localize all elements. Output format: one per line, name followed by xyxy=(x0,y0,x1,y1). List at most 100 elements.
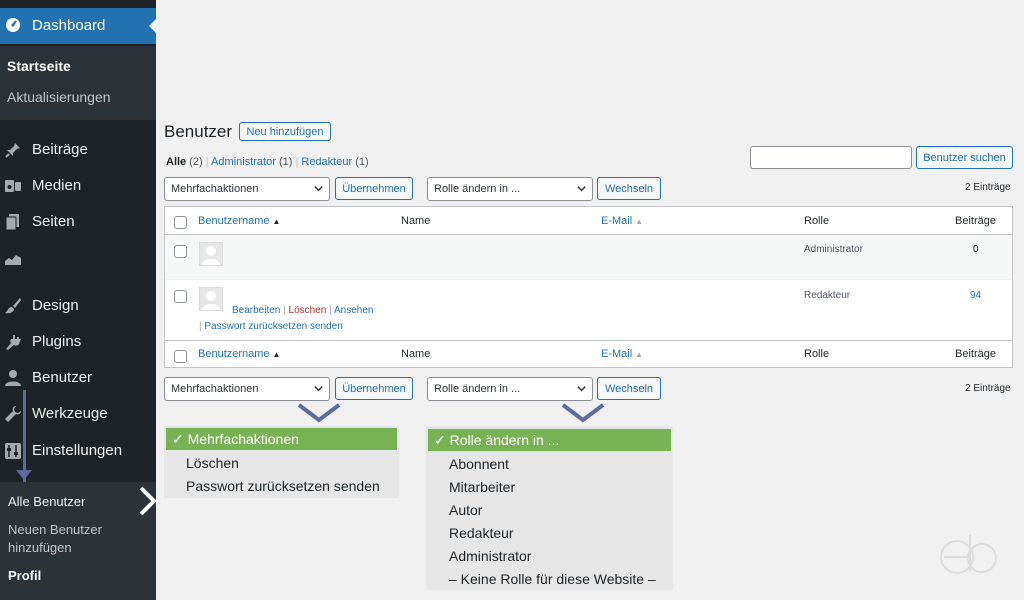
bulk-actions-select-bottom[interactable]: Mehrfachaktionen xyxy=(164,377,330,401)
filter-redakteur[interactable]: Redakteur xyxy=(301,156,352,168)
filter-separator: | xyxy=(205,156,209,168)
chevron-down-icon xyxy=(314,186,323,192)
menu-plugins[interactable]: Plugins xyxy=(0,325,156,359)
dropdown-option[interactable]: Abonnent xyxy=(449,456,509,472)
menu-medien[interactable]: Medien xyxy=(0,169,156,203)
submenu-neuen-benutzer[interactable]: Neuen Benutzer xyxy=(8,522,102,537)
sort-asc-icon: ▲ xyxy=(272,217,281,226)
filter-administrator[interactable]: Administrator xyxy=(211,156,276,168)
table-row: Bearbeiten | Löschen | Ansehen | Passwor… xyxy=(165,279,1012,339)
action-separator: | xyxy=(283,305,286,316)
row-checkbox[interactable] xyxy=(174,245,187,258)
column-role: Rolle xyxy=(804,348,830,360)
bulk-actions-value: Mehrfachaktionen xyxy=(171,383,259,395)
edit-link[interactable]: Bearbeiten xyxy=(232,305,280,316)
reset-password-link[interactable]: Passwort zurücksetzen senden xyxy=(204,321,342,332)
filter-separator: | xyxy=(295,156,299,168)
column-posts: Beiträge xyxy=(955,215,996,227)
sort-asc-icon: ▲ xyxy=(272,350,281,359)
delete-link[interactable]: Löschen xyxy=(289,305,327,316)
wrench-icon xyxy=(4,405,22,423)
watermark-logo-icon xyxy=(940,535,997,574)
avatar xyxy=(199,242,223,266)
change-role-select[interactable]: Rolle ändern in ... xyxy=(427,177,593,201)
column-email-label: E-Mail xyxy=(601,348,633,360)
items-count-bottom: 2 Einträge xyxy=(965,383,1011,394)
submenu-hinzufuegen[interactable]: hinzufügen xyxy=(8,540,72,555)
column-username-label: Benutzername xyxy=(198,215,270,227)
dropdown-option[interactable]: – Keine Rolle für diese Website – xyxy=(449,571,656,587)
column-role: Rolle xyxy=(804,215,830,227)
filter-editor-count: (1) xyxy=(355,156,369,168)
change-role-value: Rolle ändern in ... xyxy=(434,383,521,395)
column-posts: Beiträge xyxy=(955,348,996,360)
admin-sidebar: Dashboard Startseite Aktualisierungen Be… xyxy=(0,0,157,600)
change-role-button-bottom[interactable]: Wechseln xyxy=(597,377,661,400)
filter-all[interactable]: Alle xyxy=(166,156,186,168)
menu-design[interactable]: Design xyxy=(0,289,156,323)
chart-icon xyxy=(4,249,22,267)
apply-button[interactable]: Übernehmen xyxy=(335,177,413,200)
dropdown-option-selected[interactable]: ✓ Mehrfachaktionen xyxy=(166,428,397,450)
dropdown-option[interactable]: Administrator xyxy=(449,548,531,564)
action-separator: | xyxy=(199,321,202,332)
submenu-startseite[interactable]: Startseite xyxy=(7,58,71,74)
role-cell: Redakteur xyxy=(804,290,851,301)
users-submenu: Alle Benutzer Neuen Benutzer hinzufügen … xyxy=(0,482,156,600)
dropdown-option-selected[interactable]: ✓ Rolle ändern in ... xyxy=(428,429,671,451)
settings-icon xyxy=(4,442,22,460)
row-actions: Bearbeiten | Löschen | Ansehen xyxy=(232,305,373,316)
dropdown-option[interactable]: Redakteur xyxy=(449,525,514,541)
user-search-input[interactable] xyxy=(750,146,912,169)
column-username[interactable]: Benutzername ▲ xyxy=(198,348,280,360)
menu-plugin-analytics[interactable] xyxy=(0,241,156,275)
view-link[interactable]: Ansehen xyxy=(334,305,373,316)
search-users-button[interactable]: Benutzer suchen xyxy=(916,146,1013,169)
apply-button-bottom[interactable]: Übernehmen xyxy=(335,377,413,400)
bulk-actions-value: Mehrfachaktionen xyxy=(171,183,259,195)
add-new-button[interactable]: Neu hinzufügen xyxy=(239,122,331,141)
filter-admin-count: (1) xyxy=(278,156,293,168)
bulk-actions-dropdown: ✓ Mehrfachaktionen Löschen Passwort zurü… xyxy=(164,426,399,498)
column-name: Name xyxy=(401,348,431,360)
table-header: Benutzername ▲ Name E-Mail ▲ Rolle Beiträg… xyxy=(165,207,1012,235)
menu-design-label: Design xyxy=(32,297,79,314)
menu-werkzeuge-label: Werkzeuge xyxy=(32,405,108,422)
select-all-checkbox[interactable] xyxy=(174,350,187,363)
pages-icon xyxy=(4,213,22,231)
user-icon xyxy=(4,369,22,387)
select-all-checkbox[interactable] xyxy=(174,216,187,229)
plugin-icon xyxy=(4,333,22,351)
submenu-aktualisierungen[interactable]: Aktualisierungen xyxy=(7,89,111,105)
dashboard-submenu: Startseite Aktualisierungen xyxy=(0,46,156,120)
chevron-down-icon xyxy=(314,386,323,392)
items-count: 2 Einträge xyxy=(965,182,1011,193)
dropdown-option[interactable]: Mitarbeiter xyxy=(449,479,515,495)
dropdown-option[interactable]: Löschen xyxy=(186,455,239,471)
dropdown-option[interactable]: Autor xyxy=(449,502,482,518)
table-footer: Benutzername ▲ Name E-Mail ▲ Rolle Beiträg… xyxy=(165,340,1012,368)
posts-link[interactable]: 94 xyxy=(970,290,981,301)
submenu-profil[interactable]: Profil xyxy=(8,568,41,583)
dropdown-option[interactable]: Passwort zurücksetzen senden xyxy=(186,478,380,494)
bulk-actions-select[interactable]: Mehrfachaktionen xyxy=(164,177,330,201)
users-table: Benutzername ▲ Name E-Mail ▲ Rolle Beiträg… xyxy=(164,206,1013,368)
annotation-chevron-down-icon xyxy=(561,403,605,423)
change-role-select-bottom[interactable]: Rolle ändern in ... xyxy=(427,377,593,401)
current-menu-notch xyxy=(149,18,157,34)
menu-seiten[interactable]: Seiten xyxy=(0,205,156,239)
avatar xyxy=(199,287,223,311)
column-username[interactable]: Benutzername ▲ xyxy=(198,215,280,227)
column-email[interactable]: E-Mail ▲ xyxy=(601,215,643,227)
menu-einstellungen-label: Einstellungen xyxy=(32,442,123,459)
change-role-dropdown: ✓ Rolle ändern in ... Abonnent Mitarbeit… xyxy=(426,426,673,590)
menu-dashboard[interactable]: Dashboard xyxy=(0,8,157,44)
column-email[interactable]: E-Mail ▲ xyxy=(601,348,643,360)
row-actions-second-line: | Passwort zurücksetzen senden xyxy=(199,321,343,332)
row-checkbox[interactable] xyxy=(174,290,187,303)
action-separator: | xyxy=(329,305,332,316)
submenu-alle-benutzer[interactable]: Alle Benutzer xyxy=(8,494,85,509)
menu-beitraege[interactable]: Beiträge xyxy=(0,133,156,167)
brush-icon xyxy=(4,297,22,315)
change-role-button[interactable]: Wechseln xyxy=(597,177,661,200)
